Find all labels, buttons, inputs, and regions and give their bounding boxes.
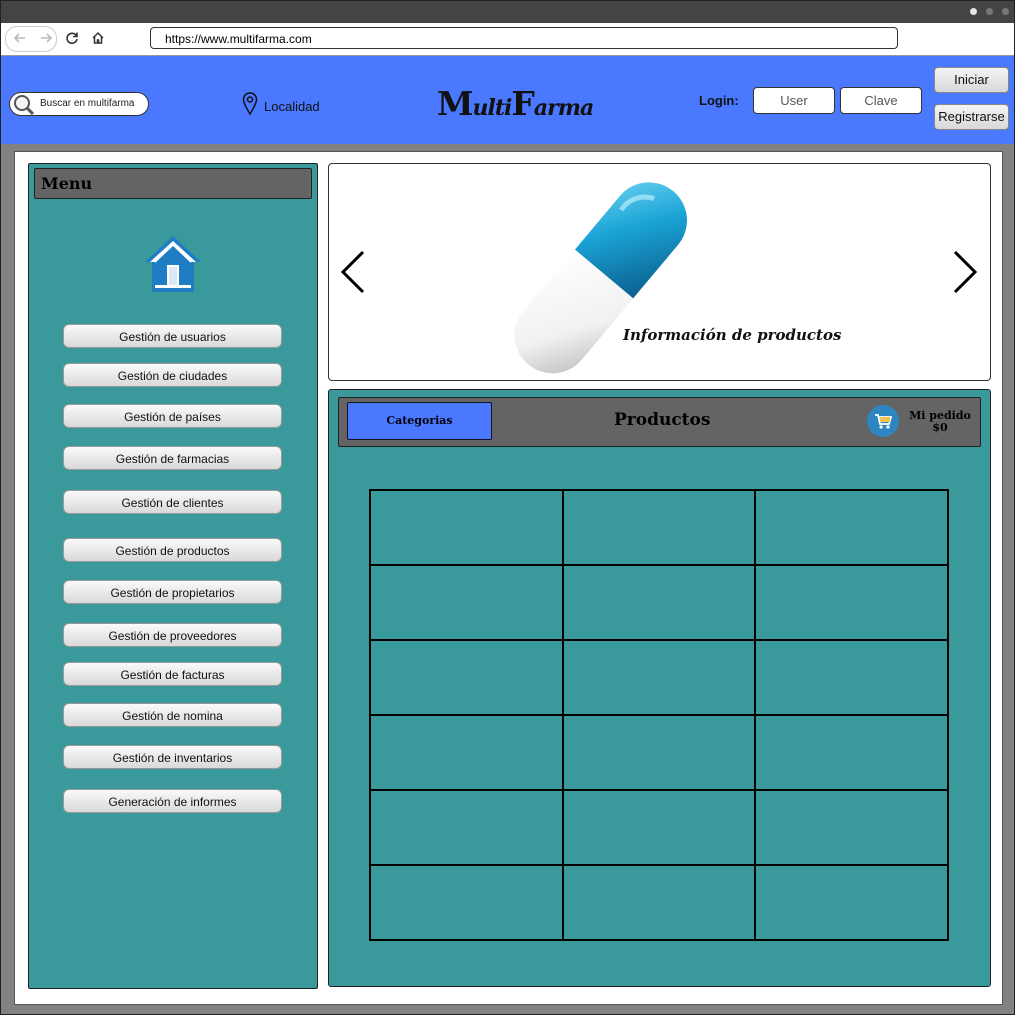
order-total: $0	[932, 421, 948, 434]
products-toolbar: Categorias Productos Mi pedido $0	[338, 397, 981, 447]
product-cell[interactable]	[754, 639, 949, 716]
product-row	[369, 789, 949, 866]
menu-header: Menu	[34, 168, 312, 199]
product-cell[interactable]	[369, 714, 564, 791]
logo-text-arma: arma	[533, 95, 594, 121]
product-cell[interactable]	[369, 639, 564, 716]
home-icon[interactable]	[142, 233, 204, 295]
product-cell[interactable]	[369, 489, 564, 566]
site-logo: MultiFarma	[437, 84, 594, 123]
login-button[interactable]: Iniciar	[934, 67, 1009, 93]
location-pin-icon[interactable]	[242, 92, 258, 116]
window-titlebar	[1, 1, 1014, 23]
forward-button[interactable]	[35, 27, 57, 49]
product-cell[interactable]	[561, 564, 757, 641]
arrow-right-icon	[41, 33, 53, 43]
window-dot-2[interactable]	[986, 8, 993, 15]
banner-caption: Información de productos	[623, 326, 842, 344]
menu-item-3[interactable]: Gestión de países	[63, 404, 282, 428]
menu-item-1[interactable]: Gestión de usuarios	[63, 324, 282, 348]
browser-navbar: https://www.multifarma.com	[1, 23, 1014, 56]
product-cell[interactable]	[561, 714, 757, 791]
chevron-right-icon[interactable]	[951, 249, 979, 295]
product-cell[interactable]	[754, 714, 949, 791]
back-button[interactable]	[9, 27, 31, 49]
menu-item-12[interactable]: Generación de informes	[63, 789, 282, 813]
window-dot-1[interactable]	[970, 8, 977, 15]
products-title: Productos	[614, 410, 711, 430]
product-grid	[369, 489, 949, 941]
search-icon	[14, 95, 34, 115]
product-cell[interactable]	[561, 489, 757, 566]
product-row	[369, 564, 949, 641]
categories-button[interactable]: Categorias	[347, 402, 492, 440]
site-header: Buscar en multifarma Localidad MultiFarm…	[1, 56, 1014, 144]
product-row	[369, 489, 949, 566]
product-cell[interactable]	[754, 789, 949, 866]
product-carousel: Información de productos	[328, 163, 991, 381]
product-cell[interactable]	[561, 789, 757, 866]
product-cell[interactable]	[754, 564, 949, 641]
menu-item-2[interactable]: Gestión de ciudades	[63, 363, 282, 387]
capsule-pill-icon	[514, 182, 687, 374]
logo-letter-f: F	[511, 84, 534, 123]
product-cell[interactable]	[754, 489, 949, 566]
product-cell[interactable]	[369, 564, 564, 641]
shopping-cart-icon	[875, 414, 893, 429]
menu-item-4[interactable]: Gestión de farmacias	[63, 446, 282, 470]
product-cell[interactable]	[561, 639, 757, 716]
home-icon	[92, 31, 104, 44]
product-cell[interactable]	[754, 864, 949, 941]
menu-item-5[interactable]: Gestión de clientes	[63, 490, 282, 514]
logo-text-ulti: ulti	[472, 95, 513, 121]
reload-button[interactable]	[61, 27, 83, 49]
login-label: Login:	[699, 93, 739, 108]
menu-item-11[interactable]: Gestión de inventarios	[63, 745, 282, 769]
search-input[interactable]: Buscar en multifarma	[9, 92, 149, 116]
product-row	[369, 714, 949, 791]
reload-icon	[66, 32, 78, 45]
product-cell[interactable]	[561, 864, 757, 941]
order-summary[interactable]: Mi pedido $0	[907, 410, 973, 434]
arrow-left-icon	[13, 33, 25, 43]
browser-home-button[interactable]	[87, 27, 109, 49]
menu-item-7[interactable]: Gestión de propietarios	[63, 580, 282, 604]
product-cell[interactable]	[369, 789, 564, 866]
search-placeholder: Buscar en multifarma	[40, 98, 135, 109]
menu-item-8[interactable]: Gestión de proveedores	[63, 623, 282, 647]
menu-title: Menu	[41, 174, 93, 193]
menu-item-9[interactable]: Gestión de facturas	[63, 662, 282, 686]
address-bar[interactable]: https://www.multifarma.com	[150, 27, 898, 49]
product-row	[369, 864, 949, 941]
cart-button[interactable]	[867, 405, 899, 437]
product-row	[369, 639, 949, 716]
menu-item-10[interactable]: Gestión de nomina	[63, 703, 282, 727]
user-field[interactable]: User	[753, 87, 835, 114]
password-field[interactable]: Clave	[840, 87, 922, 114]
window-dot-3[interactable]	[1002, 8, 1009, 15]
register-button[interactable]: Registrarse	[934, 104, 1009, 130]
location-label[interactable]: Localidad	[264, 99, 320, 114]
menu-item-6[interactable]: Gestión de productos	[63, 538, 282, 562]
browser-window: https://www.multifarma.com Buscar en mul…	[0, 0, 1015, 1015]
logo-letter-m: M	[437, 84, 474, 123]
product-cell[interactable]	[369, 864, 564, 941]
chevron-left-icon[interactable]	[339, 249, 367, 295]
